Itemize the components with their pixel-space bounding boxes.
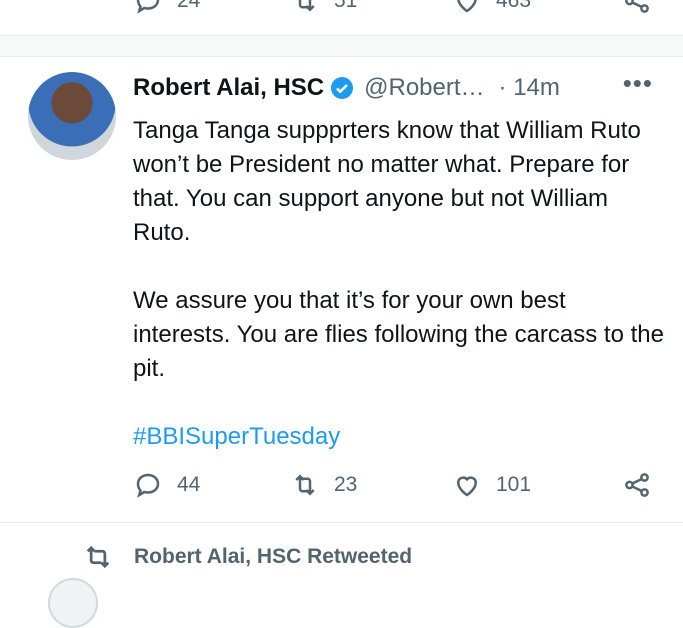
like-icon (456, 476, 478, 497)
retweet-button[interactable]: 51 (290, 0, 357, 16)
share-icon (625, 473, 649, 497)
reply-icon (136, 473, 160, 498)
retweet-icon (298, 0, 315, 12)
like-button[interactable]: 101 (452, 470, 531, 500)
tweet-separator (0, 35, 683, 57)
share-button[interactable] (622, 0, 652, 16)
reply-button[interactable]: 24 (133, 0, 200, 16)
tweet-body: Tanga Tanga suppprters know that William… (133, 114, 668, 454)
previous-tweet-actions: 24 51 463 (0, 0, 683, 16)
reply-button[interactable]: 44 (133, 470, 200, 500)
like-count: 101 (496, 473, 532, 496)
hashtag-link[interactable]: #BBISuperTuesday (133, 420, 668, 454)
author-handle[interactable]: @Robert… (364, 74, 484, 102)
verified-icon (331, 77, 354, 99)
tweet-paragraph: We assure you that it’s for your own bes… (133, 287, 664, 382)
tweet-divider (0, 522, 683, 523)
share-icon (625, 0, 649, 13)
like-button[interactable]: 463 (452, 0, 531, 16)
reply-count: 24 (177, 0, 201, 12)
retweet-count: 23 (334, 473, 358, 496)
tweet-paragraph: Tanga Tanga suppprters know that William… (133, 117, 641, 246)
more-icon[interactable]: ••• (623, 68, 653, 99)
author-name[interactable]: Robert Alai, HSC (133, 74, 324, 102)
retweet-icon (295, 474, 315, 496)
tweet-actions: 44 23 101 (133, 470, 673, 506)
reply-count: 44 (177, 473, 201, 496)
reply-icon (136, 0, 160, 14)
like-icon (457, 0, 477, 13)
retweet-count: 51 (334, 0, 358, 12)
avatar[interactable] (28, 72, 116, 160)
retweet-button[interactable]: 23 (290, 470, 357, 500)
tweet-header: Robert Alai, HSC @Robert… · 14m ••• (133, 68, 663, 102)
share-button[interactable] (622, 470, 652, 500)
next-tweet-avatar[interactable] (48, 578, 98, 628)
retweeted-label: Robert Alai, HSC Retweeted (134, 545, 413, 568)
tweet-time[interactable]: · 14m (499, 74, 560, 102)
retweeted-indicator[interactable]: Robert Alai, HSC Retweeted (82, 543, 412, 571)
like-count: 463 (496, 0, 532, 12)
retweet-icon (86, 545, 110, 569)
